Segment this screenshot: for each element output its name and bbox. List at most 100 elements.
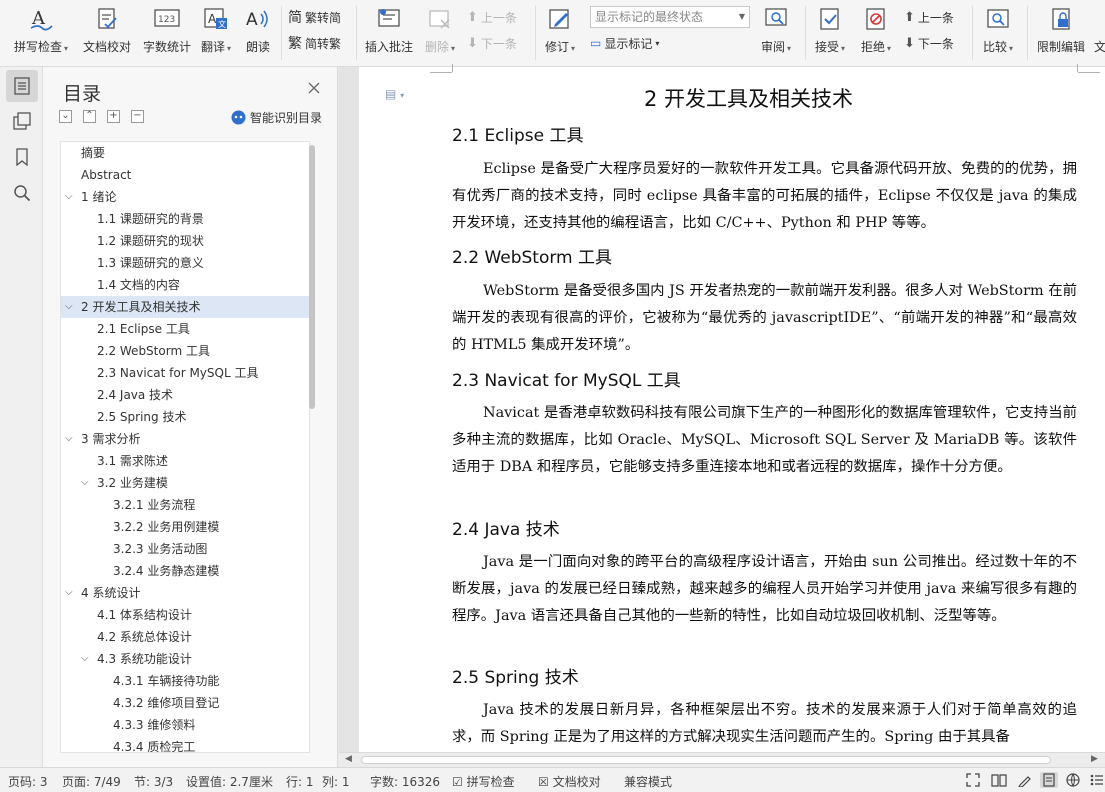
toc-item[interactable]: 2.3 Navicat for MySQL 工具	[61, 362, 309, 384]
page-view-icon[interactable]	[1040, 772, 1058, 788]
section-paragraph[interactable]: Java 技术的发展日新月异，各种框架层出不穷。技术的发展来源于人们对于简单高效…	[452, 697, 1077, 751]
simp-to-trad-button[interactable]: 简 繁转简	[288, 6, 341, 28]
section-paragraph[interactable]: Java 是一门面向对象的跨平台的高级程序设计语言，开始由 sun 公司推出。经…	[452, 549, 1077, 630]
scroll-left-icon[interactable]: ◀	[345, 754, 352, 764]
chevron-down-icon[interactable]: ⌵	[65, 428, 73, 450]
delete-comment-button[interactable]: 删除 ▾	[420, 4, 460, 60]
svg-text:A: A	[246, 10, 258, 30]
status-spellcheck[interactable]: ☑ 拼写检查	[452, 773, 515, 790]
chevron-down-icon[interactable]: ⌵	[65, 186, 73, 208]
status-row[interactable]: 行: 1	[286, 773, 314, 790]
toc-panel-button[interactable]	[6, 70, 38, 102]
chapter-title: 2 开发工具及相关技术	[644, 87, 854, 111]
toc-item[interactable]: 摘要	[61, 142, 309, 164]
chevron-down-icon[interactable]: ⌵	[65, 296, 73, 318]
toc-item[interactable]: 2.2 WebStorm 工具	[61, 340, 309, 362]
show-markup-button[interactable]: ▭ 显示标记 ▾	[590, 32, 659, 54]
revise-button[interactable]: 修订 ▾	[540, 4, 580, 60]
section-paragraph[interactable]: Eclipse 是备受广大程序员爱好的一款软件开发工具。它具备源代码开放、免费的…	[452, 156, 1077, 237]
toc-item[interactable]: 3.2.3 业务活动图	[61, 538, 309, 560]
section-paragraph[interactable]: WebStorm 是备受很多国内 JS 开发者热宠的一款前端开发利器。很多人对 …	[452, 278, 1077, 359]
toc-item[interactable]: 1.3 课题研究的意义	[61, 252, 309, 274]
toc-item[interactable]: ⌵ 3.2 业务建模	[61, 472, 309, 494]
chapter-nav-icon	[13, 112, 31, 130]
svg-text:A: A	[208, 12, 217, 26]
horizontal-scrollbar[interactable]: ◀ ▶	[339, 752, 1105, 767]
page-options-icon[interactable]: ▤ ▾	[385, 87, 404, 101]
compare-button[interactable]: 比较 ▾	[978, 4, 1018, 60]
status-word-count[interactable]: 字数: 16326	[370, 773, 440, 790]
toc-item[interactable]: 4.2 系统总体设计	[61, 626, 309, 648]
next-change-button[interactable]: ⬇ 下一条	[904, 32, 954, 54]
toc-item[interactable]: 1.4 文档的内容	[61, 274, 309, 296]
outline-view-icon[interactable]	[1088, 772, 1105, 788]
write-mode-icon[interactable]	[1016, 772, 1034, 788]
add-heading-icon[interactable]: +	[107, 110, 120, 123]
toc-item[interactable]: ⌵ 4.3 系统功能设计	[61, 648, 309, 670]
navigation-button[interactable]	[6, 105, 38, 137]
toc-item[interactable]: ⌵ 3 需求分析	[61, 428, 309, 450]
status-proofread[interactable]: ☒ 文档校对	[538, 773, 601, 790]
toc-item[interactable]: ⌵ 1 绪论	[61, 186, 309, 208]
toc-item[interactable]: 4.3.1 车辆接待功能	[61, 670, 309, 692]
restrict-edit-button[interactable]: 限制编辑	[1034, 4, 1088, 60]
collapse-all-icon[interactable]: ⌄	[59, 110, 72, 123]
chevron-down-icon[interactable]: ⌵	[81, 472, 89, 494]
status-page[interactable]: 页面: 7/49	[62, 773, 121, 790]
smart-toc-button[interactable]: 智能识别目录	[231, 109, 322, 126]
toc-item[interactable]: 3.2.1 业务流程	[61, 494, 309, 516]
review-icon	[761, 4, 791, 34]
toc-item-selected[interactable]: ⌵ 2 开发工具及相关技术	[61, 296, 309, 318]
ai-icon	[231, 110, 246, 125]
chevron-down-icon[interactable]: ⌵	[65, 582, 73, 604]
toc-item[interactable]: 1.2 课题研究的现状	[61, 230, 309, 252]
chevron-down-icon[interactable]: ⌵	[81, 648, 89, 670]
word-count-button[interactable]: 123 字数统计	[140, 4, 194, 60]
show-markup-icon: ▭	[590, 36, 602, 50]
toc-item[interactable]: 2.4 Java 技术	[61, 384, 309, 406]
status-page-no[interactable]: 页码: 3	[8, 773, 48, 790]
toc-item[interactable]: ⌵ 4 系统设计	[61, 582, 309, 604]
toc-item[interactable]: 4.1 体系结构设计	[61, 604, 309, 626]
toc-item[interactable]: 1.1 课题研究的背景	[61, 208, 309, 230]
prev-comment-button[interactable]: ⬆ 上一条	[467, 6, 517, 28]
toc-item[interactable]: 3.2.4 业务静态建模	[61, 560, 309, 582]
toc-item[interactable]: 4.3.2 维修项目登记	[61, 692, 309, 714]
translate-button[interactable]: A文 翻译 ▾	[198, 4, 234, 60]
status-col[interactable]: 列: 1	[322, 773, 350, 790]
web-view-icon[interactable]	[1064, 772, 1082, 788]
toc-item[interactable]: 3.2.2 业务用例建模	[61, 516, 309, 538]
more-ribbon-button[interactable]: 文	[1094, 4, 1105, 60]
spellcheck-button[interactable]: A 拼写检查 ▾	[10, 4, 72, 60]
markup-state-select[interactable]: 显示标记的最终状态 ▼	[590, 6, 750, 28]
trad-to-simp-button[interactable]: 繁 简转繁	[288, 32, 341, 54]
toc-item[interactable]: 4.3.3 维修领料	[61, 714, 309, 736]
toc-scrollbar[interactable]	[309, 145, 315, 409]
bookmark-button[interactable]	[6, 141, 38, 173]
toc-icon	[14, 77, 30, 95]
next-comment-button[interactable]: ⬇ 下一条	[467, 32, 517, 54]
close-icon[interactable]	[306, 80, 322, 96]
toc-item[interactable]: 2.5 Spring 技术	[61, 406, 309, 428]
section-paragraph[interactable]: Navicat 是香港卓软数码科技有限公司旗下生产的一种图形化的数据库管理软件，…	[452, 400, 1077, 481]
toc-item[interactable]: Abstract	[61, 164, 309, 186]
search-button[interactable]	[6, 177, 38, 209]
doc-proofread-button[interactable]: 文档校对	[80, 4, 134, 60]
status-section[interactable]: 节: 3/3	[134, 773, 173, 790]
expand-up-icon[interactable]: ⌃	[83, 110, 96, 123]
scroll-right-icon[interactable]: ▶	[1091, 754, 1098, 764]
prev-change-button[interactable]: ⬆ 上一条	[904, 6, 954, 28]
reject-button[interactable]: 拒绝 ▾	[856, 4, 896, 60]
read-mode-icon[interactable]	[990, 772, 1008, 788]
toc-item[interactable]: 3.1 需求陈述	[61, 450, 309, 472]
accept-button[interactable]: 接受 ▾	[810, 4, 850, 60]
toc-item[interactable]: 2.1 Eclipse 工具	[61, 318, 309, 340]
read-aloud-button[interactable]: A 朗读	[240, 4, 276, 60]
toc-item[interactable]: 4.3.4 质检完工	[61, 736, 309, 752]
insert-comment-button[interactable]: 插入批注	[362, 4, 416, 60]
status-setting[interactable]: 设置值: 2.7厘米	[186, 773, 273, 790]
remove-heading-icon[interactable]: −	[131, 110, 144, 123]
scroll-thumb[interactable]	[361, 756, 1051, 764]
fullscreen-icon[interactable]	[964, 772, 982, 788]
review-button[interactable]: 审阅 ▾	[756, 4, 796, 60]
